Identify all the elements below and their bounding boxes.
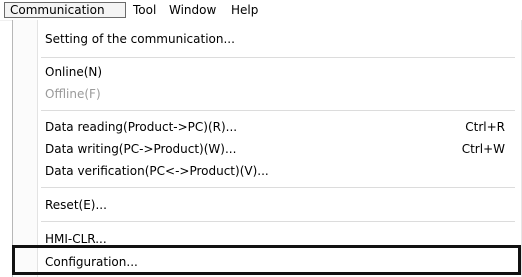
menu-item-setting-of-communication[interactable]: Setting of the communication... — [45, 30, 515, 48]
menu-separator — [41, 110, 515, 111]
menu-help[interactable]: Help — [226, 2, 263, 18]
menu-item-label: Reset(E)... — [45, 198, 107, 212]
menu-separator — [41, 187, 515, 188]
communication-dropdown: Setting of the communication... Online(N… — [12, 20, 522, 277]
menu-item-label: Offline(F) — [45, 87, 101, 101]
menu-communication[interactable]: Communication — [4, 2, 126, 18]
menu-item-label: HMI-CLR... — [45, 232, 107, 246]
menu-tool[interactable]: Tool — [128, 2, 161, 18]
menu-item-label: Data verification(PC<->Product)(V)... — [45, 164, 269, 178]
menu-item-data-writing[interactable]: Data writing(PC->Product)(W)... Ctrl+W — [45, 140, 515, 158]
menu-item-data-verification[interactable]: Data verification(PC<->Product)(V)... — [45, 162, 515, 180]
menu-item-label: Online(N) — [45, 65, 103, 79]
menu-item-offline: Offline(F) — [45, 85, 515, 103]
shortcut-ctrl-r: Ctrl+R — [465, 120, 505, 134]
menu-item-online[interactable]: Online(N) — [45, 63, 515, 81]
menu-bar: Communication Tool Window Help — [0, 0, 522, 21]
menu-separator — [41, 57, 515, 58]
menu-separator — [41, 221, 515, 222]
menu-item-label: Setting of the communication... — [45, 32, 235, 46]
menu-item-reset[interactable]: Reset(E)... — [45, 196, 515, 214]
configuration-highlight-box — [12, 245, 521, 275]
menu-icon-gutter — [13, 20, 38, 277]
shortcut-ctrl-w: Ctrl+W — [461, 142, 505, 156]
menu-window[interactable]: Window — [164, 2, 221, 18]
menu-item-data-reading[interactable]: Data reading(Product->PC)(R)... Ctrl+R — [45, 118, 515, 136]
menu-item-label: Data reading(Product->PC)(R)... — [45, 120, 238, 134]
menu-item-label: Data writing(PC->Product)(W)... — [45, 142, 237, 156]
